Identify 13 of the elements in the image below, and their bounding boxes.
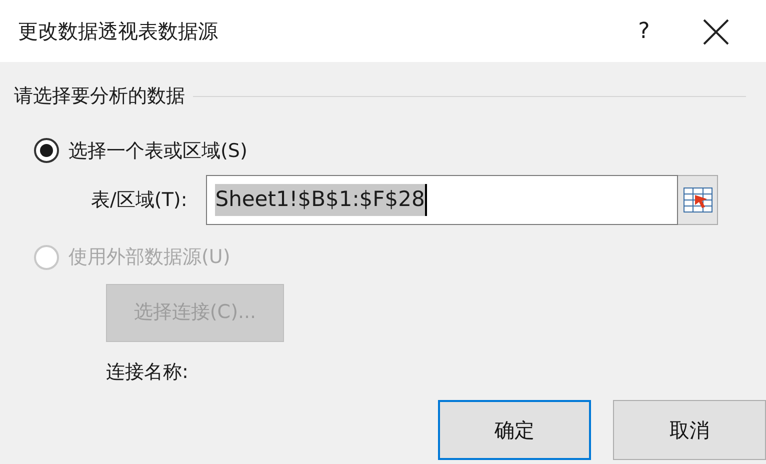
- ok-button[interactable]: 确定: [438, 400, 592, 460]
- cancel-button[interactable]: 取消: [613, 400, 766, 460]
- radio-button[interactable]: [34, 138, 59, 164]
- field-label: 表/区域(T):: [91, 188, 188, 213]
- section-title: 请选择要分析的数据: [14, 84, 185, 109]
- connection-name-label: 连接名称:: [106, 360, 188, 382]
- close-icon[interactable]: [702, 17, 730, 45]
- radio-label[interactable]: 选择一个表或区域(S): [68, 136, 248, 165]
- help-button[interactable]: ?: [624, 14, 664, 48]
- table-select-icon: [682, 187, 713, 213]
- window-title: 更改数据透视表数据源: [18, 18, 219, 45]
- range-picker-button[interactable]: [678, 175, 718, 225]
- range-field[interactable]: Sheet1!$B$1:$F$28: [206, 175, 678, 225]
